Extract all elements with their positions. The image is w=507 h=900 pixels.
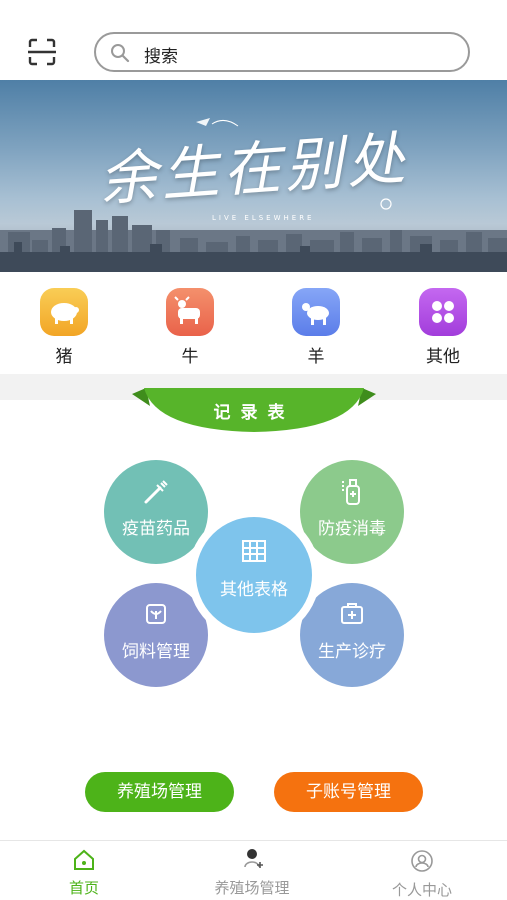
category-cow[interactable]: 牛 <box>155 288 225 367</box>
banner-subtitle: LIVE ELSEWHERE <box>212 214 315 222</box>
category-label: 猪 <box>55 347 73 367</box>
medical-kit-icon <box>300 599 404 631</box>
tile-label: 其他表格 <box>220 580 288 600</box>
nav-personal-center[interactable]: 个人中心 <box>367 849 477 900</box>
person-icon <box>367 849 477 877</box>
farm-management-button[interactable]: 养殖场管理 <box>85 772 234 812</box>
bottom-nav: 首页 养殖场管理 个人中心 <box>0 840 507 900</box>
tile-epidemic-disinfection[interactable]: 防疫消毒 <box>300 460 404 564</box>
tile-label: 防疫消毒 <box>318 519 386 539</box>
scan-icon[interactable] <box>28 38 56 66</box>
category-sheep[interactable]: 羊 <box>281 288 351 367</box>
subaccount-management-button[interactable]: 子账号管理 <box>274 772 423 812</box>
home-icon <box>29 849 139 875</box>
category-label: 羊 <box>307 347 325 367</box>
tile-label: 生产诊疗 <box>318 642 386 662</box>
category-bar: 猪 牛 羊 其他 <box>0 272 507 374</box>
category-label: 牛 <box>181 347 199 367</box>
feed-bag-icon <box>104 599 208 631</box>
banner[interactable]: 余生在别处 LIVE ELSEWHERE <box>0 80 507 272</box>
nav-label: 养殖场管理 <box>214 879 290 897</box>
nav-label: 首页 <box>68 879 99 897</box>
table-icon <box>196 537 312 569</box>
nav-label: 个人中心 <box>391 881 452 899</box>
tile-other-forms[interactable]: 其他表格 <box>188 509 320 641</box>
category-label: 其他 <box>426 347 460 367</box>
category-pig[interactable]: 猪 <box>29 288 99 367</box>
syringe-icon <box>104 478 208 510</box>
category-other[interactable]: 其他 <box>408 288 478 367</box>
top-bar: 搜索 <box>0 0 507 80</box>
tile-label: 饲料管理 <box>122 642 190 662</box>
search-icon <box>110 43 130 63</box>
search-input[interactable]: 搜索 <box>94 32 470 72</box>
sheep-icon <box>292 288 340 336</box>
nav-home[interactable]: 首页 <box>29 849 139 898</box>
cow-icon <box>166 288 214 336</box>
record-title: 记录表 <box>213 403 295 423</box>
search-placeholder: 搜索 <box>144 47 178 67</box>
add-farm-icon <box>197 849 307 875</box>
tile-label: 疫苗药品 <box>122 519 190 539</box>
pig-icon <box>40 288 88 336</box>
record-header: 记录表 <box>132 388 376 436</box>
nav-farm-management[interactable]: 养殖场管理 <box>197 849 307 898</box>
spray-bottle-icon <box>300 476 404 510</box>
grid-icon <box>419 288 467 336</box>
